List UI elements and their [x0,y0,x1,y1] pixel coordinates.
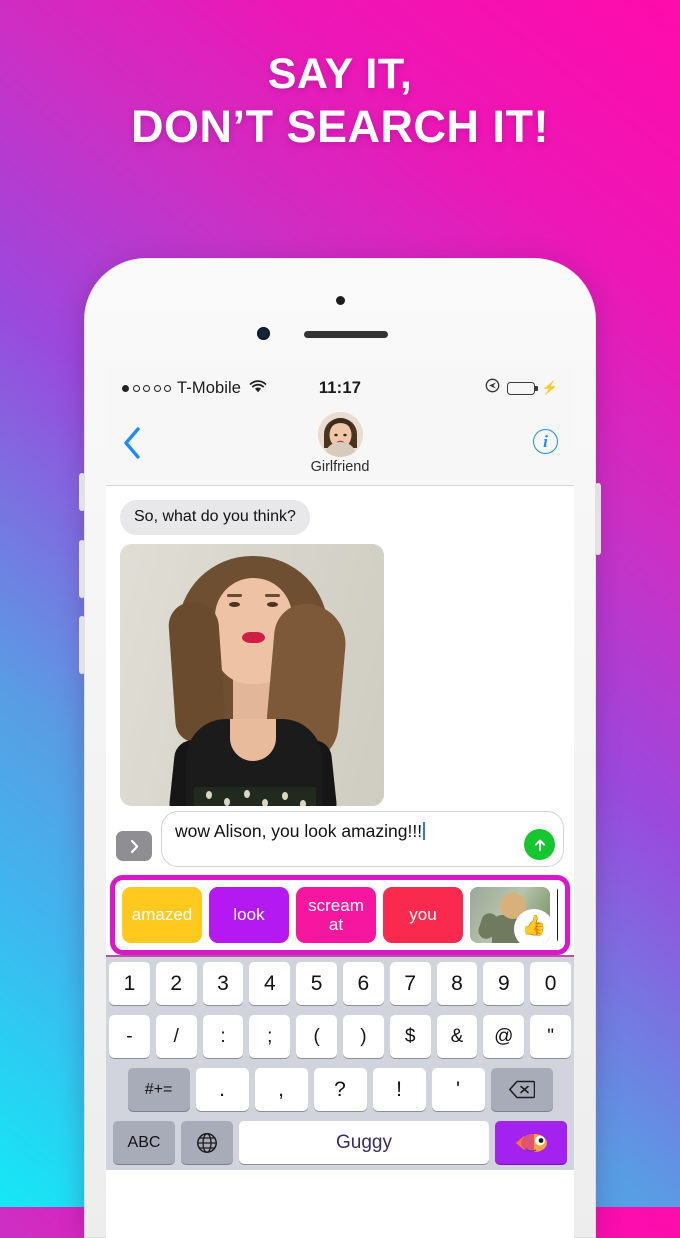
earpiece-speaker [304,331,388,338]
keyboard-row-symbols: - / : ; ( ) $ & @ " [109,1015,571,1058]
backspace-icon[interactable] [490,1068,553,1111]
keyboard-row-bottom: ABC Guggy [109,1121,571,1164]
key-7[interactable]: 7 [389,962,431,1005]
key-question[interactable]: ? [313,1068,367,1111]
key-semicolon[interactable]: ; [249,1015,291,1058]
globe-icon[interactable] [181,1121,233,1164]
key-paren-open[interactable]: ( [296,1015,337,1058]
key-slash[interactable]: / [155,1015,197,1058]
info-circle-icon[interactable]: i [533,429,558,454]
suggestion-chip-scream-at[interactable]: scream at [296,887,376,943]
key-dollar[interactable]: $ [389,1015,431,1058]
portrait-photo [120,544,384,806]
message-input-bar: wow Alison, you look amazing!!! [106,804,574,875]
key-2[interactable]: 2 [155,962,197,1005]
contact-avatar[interactable] [317,412,363,457]
proximity-sensor-icon [257,327,270,340]
key-comma[interactable]: , [254,1068,308,1111]
message-draft-text: wow Alison, you look amazing!!! [175,821,423,841]
send-button[interactable] [524,829,555,860]
contact-header[interactable]: Girlfriend [106,412,574,475]
message-thread: So, what do you think? [106,486,574,806]
fish-icon[interactable] [495,1121,567,1164]
key-hyphen[interactable]: - [109,1015,150,1058]
mute-switch[interactable] [79,473,85,511]
location-arrow-icon [485,378,500,398]
key-abc[interactable]: ABC [113,1121,175,1164]
keyboard-row-punctuation: #+= . , ? ! ' [109,1068,571,1111]
key-8[interactable]: 8 [436,962,478,1005]
key-colon[interactable]: : [202,1015,244,1058]
promo-headline: SAY IT, DON’T SEARCH IT! [0,48,680,155]
suggestion-chip-amazed[interactable]: amazed [122,887,202,943]
key-paren-close[interactable]: ) [343,1015,384,1058]
suggestion-chip-look[interactable]: look [209,887,289,943]
message-bubble-incoming: So, what do you think? [120,500,310,535]
suggestion-chip-you[interactable]: you [383,887,463,943]
key-apostrophe[interactable]: ' [431,1068,485,1111]
contact-name: Girlfriend [310,459,370,475]
message-image-attachment[interactable] [120,544,384,806]
headline-line-1: SAY IT, [267,50,413,98]
key-at[interactable]: @ [483,1015,525,1058]
suggestion-row: amazed look scream at you 👍 [122,887,558,943]
conversation-navbar: Girlfriend i [106,408,574,486]
key-4[interactable]: 4 [249,962,291,1005]
phone-screen: T-Mobile 11:17 ⚡ Girlfriend i So, what d… [106,368,574,1238]
key-0[interactable]: 0 [530,962,571,1005]
power-button[interactable] [595,483,601,555]
volume-up-button[interactable] [79,540,85,598]
keyboard-row-numbers: 1 2 3 4 5 6 7 8 9 0 [109,962,571,1005]
key-5[interactable]: 5 [296,962,337,1005]
front-camera-icon [336,296,345,305]
key-1[interactable]: 1 [109,962,150,1005]
key-3[interactable]: 3 [202,962,244,1005]
guggy-suggestion-bar: amazed look scream at you 👍 [110,875,570,955]
key-more-symbols[interactable]: #+= [127,1068,190,1111]
gif-thumbnail-thumbsup[interactable]: 👍 [470,887,550,943]
key-9[interactable]: 9 [483,962,525,1005]
message-input-field[interactable]: wow Alison, you look amazing!!! [161,811,564,867]
thumbs-up-icon: 👍 [514,909,550,943]
key-exclamation[interactable]: ! [372,1068,426,1111]
numeric-keyboard: 1 2 3 4 5 6 7 8 9 0 - / : ; ( ) $ & @ " … [106,957,574,1170]
text-cursor [423,822,426,840]
battery-icon [506,381,538,395]
lightning-bolt-icon: ⚡ [541,380,558,395]
spacebar[interactable]: Guggy [239,1121,489,1164]
expand-apps-button[interactable] [116,831,152,861]
gif-thumbnail-dark[interactable] [557,887,558,943]
status-bar-right: ⚡ [485,378,558,398]
key-ampersand[interactable]: & [436,1015,478,1058]
key-quote[interactable]: " [530,1015,571,1058]
headline-line-2: DON’T SEARCH IT! [131,101,549,153]
key-6[interactable]: 6 [343,962,384,1005]
status-bar: T-Mobile 11:17 ⚡ [106,368,574,408]
volume-down-button[interactable] [79,616,85,674]
key-period[interactable]: . [195,1068,249,1111]
phone-mockup: T-Mobile 11:17 ⚡ Girlfriend i So, what d… [79,258,601,1238]
